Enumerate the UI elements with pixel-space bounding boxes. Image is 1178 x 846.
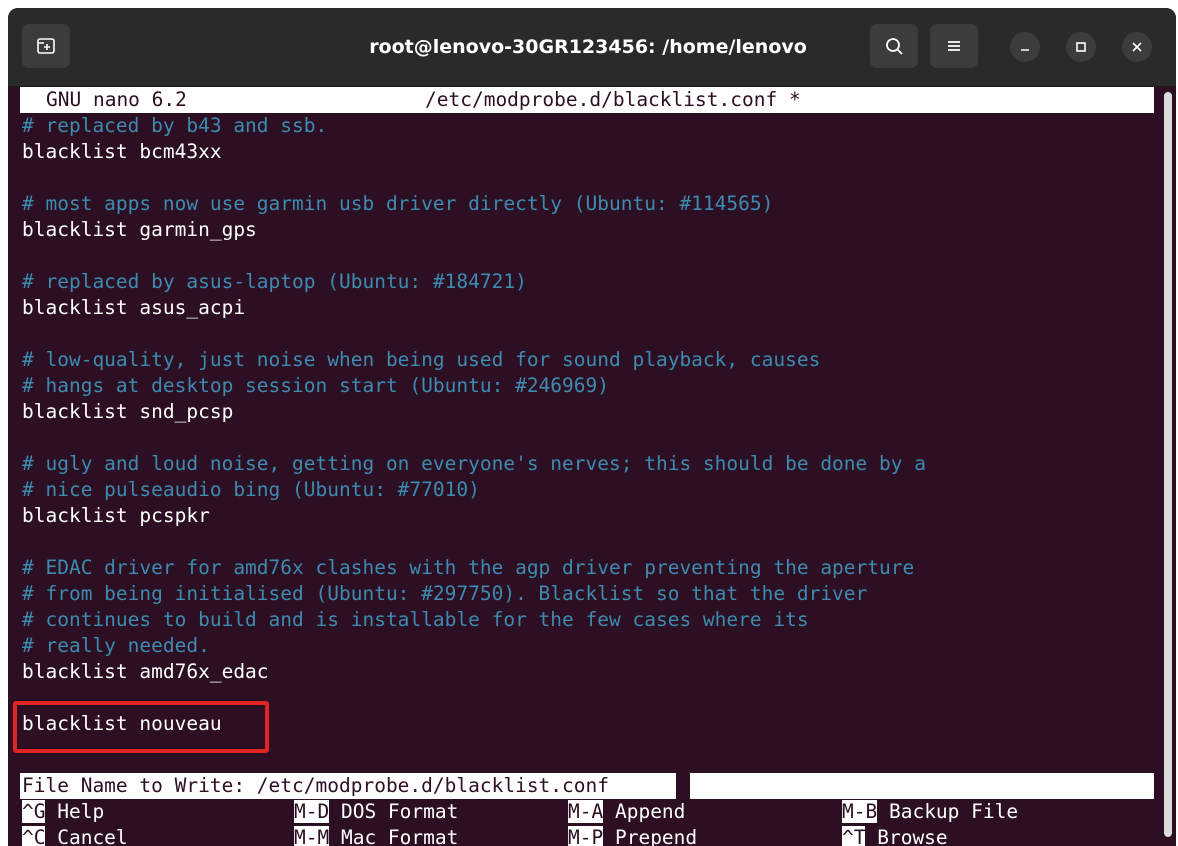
menu-button[interactable] [930, 24, 978, 68]
highlight-box [13, 701, 269, 753]
shortcut-append[interactable]: M-A Append [568, 799, 685, 825]
shortcut-cancel[interactable]: ^C Cancel [22, 825, 128, 846]
title-bar: root@lenovo-30GR123456: /home/lenovo [8, 8, 1176, 87]
shortcut-help[interactable]: ^G Help [22, 799, 104, 825]
file-content[interactable]: # replaced by b43 and ssb. blacklist bcm4… [22, 113, 1152, 737]
code-line: blacklist bcm43xx [22, 140, 222, 163]
maximize-icon [1075, 38, 1087, 57]
shortcut-mac-format[interactable]: M-M Mac Format [294, 825, 458, 846]
shortcut-dos-format[interactable]: M-D DOS Format [294, 799, 458, 825]
close-button[interactable] [1122, 32, 1152, 62]
comment-line: # EDAC driver for amd76x clashes with th… [22, 556, 915, 579]
comment-line: # replaced by b43 and ssb. [22, 114, 328, 137]
shortcut-label: DOS Format [329, 800, 459, 823]
code-line: blacklist amd76x_edac [22, 660, 269, 683]
shortcut-label: Append [603, 800, 686, 823]
shortcut-label: Cancel [45, 826, 128, 846]
search-icon [883, 35, 905, 57]
shortcut-key: M-B [842, 800, 878, 823]
shortcut-key: M-P [568, 826, 604, 846]
search-button[interactable] [870, 24, 918, 68]
minimize-button[interactable] [1010, 32, 1040, 62]
window-title: root@lenovo-30GR123456: /home/lenovo [369, 36, 807, 58]
shortcut-bar: ^G Help M-D DOS Format M-A Append M-B Ba… [22, 799, 1152, 846]
shortcut-label: Help [45, 800, 105, 823]
comment-line: # most apps now use garmin usb driver di… [22, 192, 774, 215]
shortcut-key: M-D [294, 800, 330, 823]
text-cursor [676, 773, 690, 799]
save-prompt-text: File Name to Write: /etc/modprobe.d/blac… [22, 774, 609, 797]
comment-line: # nice pulseaudio bing (Ubuntu: #77010) [22, 478, 480, 501]
shortcut-label: Prepend [603, 826, 698, 846]
nano-header-bar: GNU nano 6.2 /etc/modprobe.d/blacklist.c… [20, 87, 1154, 113]
terminal-window: root@lenovo-30GR123456: /home/lenovo GNU… [8, 8, 1176, 846]
minimize-icon [1019, 38, 1031, 57]
scrollbar[interactable] [1164, 92, 1172, 837]
shortcut-label: Browse [865, 826, 948, 846]
shortcut-browse[interactable]: ^T Browse [842, 825, 948, 846]
comment-line: # replaced by asus-laptop (Ubuntu: #1847… [22, 270, 527, 293]
code-line: blacklist pcspkr [22, 504, 210, 527]
comment-line: # ugly and loud noise, getting on everyo… [22, 452, 926, 475]
shortcut-label: Mac Format [329, 826, 459, 846]
shortcut-key: M-M [294, 826, 330, 846]
shortcut-backup-file[interactable]: M-B Backup File [842, 799, 1018, 825]
save-prompt[interactable]: File Name to Write: /etc/modprobe.d/blac… [20, 773, 1154, 799]
code-line: blacklist asus_acpi [22, 296, 246, 319]
comment-line: # from being initialised (Ubuntu: #29775… [22, 582, 868, 605]
code-line: blacklist garmin_gps [22, 218, 257, 241]
nano-file-path: /etc/modprobe.d/blacklist.conf * [425, 88, 801, 111]
shortcut-label: Backup File [877, 800, 1019, 823]
shortcut-key: ^G [22, 800, 46, 823]
maximize-button[interactable] [1066, 32, 1096, 62]
nano-version: GNU nano 6.2 [46, 88, 187, 111]
close-icon [1131, 38, 1143, 57]
terminal-area[interactable]: GNU nano 6.2 /etc/modprobe.d/blacklist.c… [8, 87, 1176, 846]
shortcut-key: ^T [842, 826, 866, 846]
shortcut-key: M-A [568, 800, 604, 823]
shortcut-prepend[interactable]: M-P Prepend [568, 825, 697, 846]
hamburger-menu-icon [944, 36, 964, 56]
shortcut-key: ^C [22, 826, 46, 846]
comment-line: # really needed. [22, 634, 210, 657]
comment-line: # low-quality, just noise when being use… [22, 348, 821, 371]
code-line: blacklist snd_pcsp [22, 400, 234, 423]
comment-line: # hangs at desktop session start (Ubuntu… [22, 374, 609, 397]
new-tab-button[interactable] [22, 24, 70, 68]
comment-line: # continues to build and is installable … [22, 608, 809, 631]
new-tab-icon [35, 35, 57, 57]
